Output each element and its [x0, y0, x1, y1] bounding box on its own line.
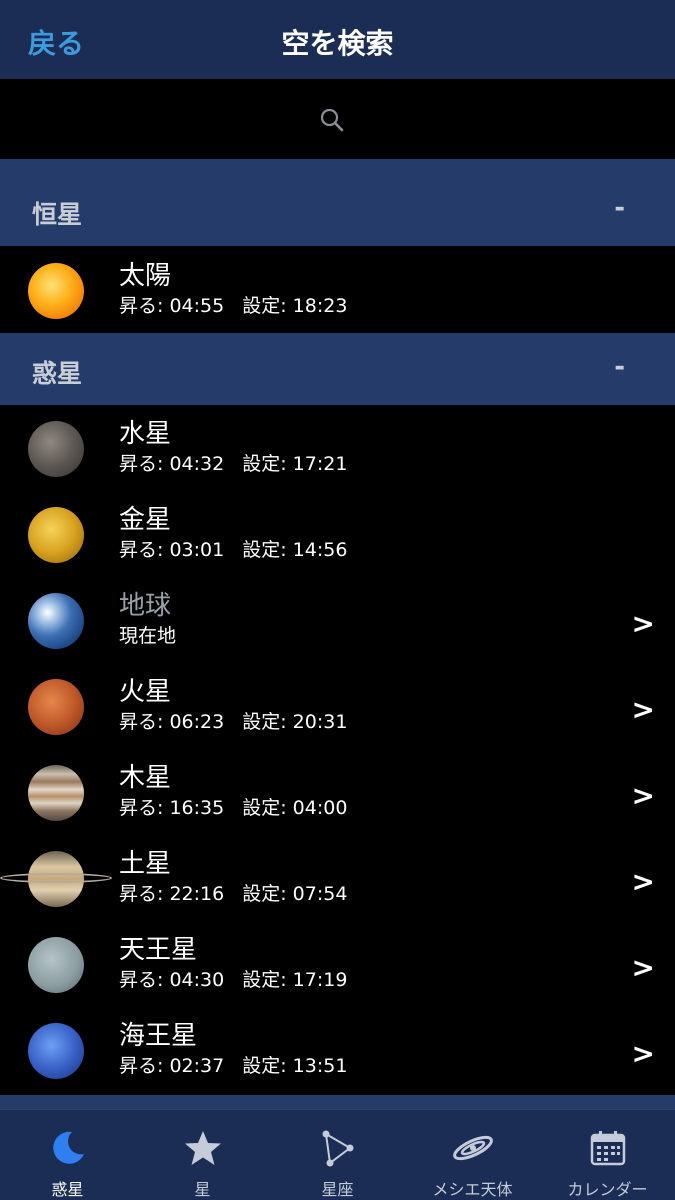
uranus-icon: [28, 937, 84, 993]
rise-set-times: 昇る: 02:37 設定: 13:51: [119, 1055, 348, 1077]
rise-set-times: 昇る: 16:35 設定: 04:00: [119, 797, 348, 819]
star-icon: [184, 1131, 221, 1165]
list-item-mercury[interactable]: 水星 昇る: 04:32 設定: 17:21: [0, 405, 675, 491]
list-item-saturn[interactable]: 土星 昇る: 22:16 設定: 07:54 >: [0, 835, 675, 921]
object-name: 土星: [119, 849, 172, 879]
venus-icon: [28, 507, 84, 563]
location-text: 現在地: [119, 625, 177, 647]
collapse-toggle[interactable]: -: [614, 193, 625, 223]
earth-icon: [28, 593, 84, 649]
object-name: 太陽: [119, 261, 172, 291]
neptune-icon: [28, 1023, 84, 1079]
tab-planets[interactable]: 惑星: [0, 1110, 135, 1200]
object-name: 天王星: [119, 935, 198, 965]
tab-calendar[interactable]: カレンダー: [540, 1110, 675, 1200]
tab-messier[interactable]: メシエ天体: [405, 1110, 540, 1200]
object-name: 海王星: [119, 1021, 198, 1051]
jupiter-icon: [28, 765, 84, 821]
object-name: 地球: [119, 591, 172, 621]
section-header-planets[interactable]: 惑星 -: [0, 333, 675, 405]
page-title: 空を検索: [281, 27, 394, 60]
section-title: 惑星: [32, 359, 83, 388]
rise-set-times: 昇る: 04:32 設定: 17:21: [119, 453, 348, 475]
section-header-stars[interactable]: 恒星 -: [0, 159, 675, 246]
saturn-ring-icon: [0, 873, 112, 883]
object-name: 火星: [119, 677, 172, 707]
chevron-right-icon[interactable]: >: [632, 779, 655, 812]
tab-label: 惑星: [51, 1180, 84, 1199]
calendar-icon: [590, 1131, 625, 1166]
mars-icon: [28, 679, 84, 735]
list-item-sun[interactable]: 太陽 昇る: 04:55 設定: 18:23: [0, 247, 675, 333]
list-item-venus[interactable]: 金星 昇る: 03:01 設定: 14:56: [0, 491, 675, 577]
rise-set-times: 昇る: 04:55 設定: 18:23: [119, 295, 348, 317]
collapse-toggle[interactable]: -: [614, 352, 625, 382]
search-icon[interactable]: [319, 107, 345, 133]
object-name: 木星: [119, 763, 172, 793]
list-item-neptune[interactable]: 海王星 昇る: 02:37 設定: 13:51 >: [0, 1007, 675, 1093]
tab-label: カレンダー: [567, 1180, 648, 1199]
mercury-icon: [28, 421, 84, 477]
list-item-uranus[interactable]: 天王星 昇る: 04:30 設定: 17:19 >: [0, 921, 675, 1007]
constellation-icon: [322, 1130, 353, 1167]
moon-icon: [52, 1131, 84, 1164]
sun-icon: [28, 263, 84, 319]
rise-set-times: 昇る: 03:01 設定: 14:56: [119, 539, 348, 561]
section-title: 恒星: [32, 200, 83, 229]
rise-set-times: 昇る: 06:23 設定: 20:31: [119, 711, 348, 733]
object-name: 水星: [119, 419, 172, 449]
list-item-mars[interactable]: 火星 昇る: 06:23 設定: 20:31 >: [0, 663, 675, 749]
tab-label: 星: [194, 1180, 211, 1199]
section-divider: [0, 1095, 675, 1109]
list-item-earth[interactable]: 地球 現在地 >: [0, 577, 675, 663]
tab-label: メシエ天体: [432, 1180, 513, 1199]
rise-set-times: 昇る: 04:30 設定: 17:19: [119, 969, 348, 991]
chevron-right-icon[interactable]: >: [632, 865, 655, 898]
tab-label: 星座: [321, 1180, 354, 1199]
chevron-right-icon[interactable]: >: [632, 1037, 655, 1070]
tab-stars[interactable]: 星: [135, 1110, 270, 1200]
tab-bar: 惑星 星 星座 メシエ天体 カレンダー: [0, 1109, 675, 1200]
chevron-right-icon[interactable]: >: [632, 693, 655, 726]
rise-set-times: 昇る: 22:16 設定: 07:54: [119, 883, 348, 905]
chevron-right-icon[interactable]: >: [632, 951, 655, 984]
chevron-right-icon[interactable]: >: [632, 607, 655, 640]
nav-bar: 戻る 空を検索: [0, 0, 675, 79]
galaxy-icon: [452, 1135, 493, 1161]
list-item-jupiter[interactable]: 木星 昇る: 16:35 設定: 04:00 >: [0, 749, 675, 835]
object-name: 金星: [119, 505, 172, 535]
tab-constellations[interactable]: 星座: [270, 1110, 405, 1200]
